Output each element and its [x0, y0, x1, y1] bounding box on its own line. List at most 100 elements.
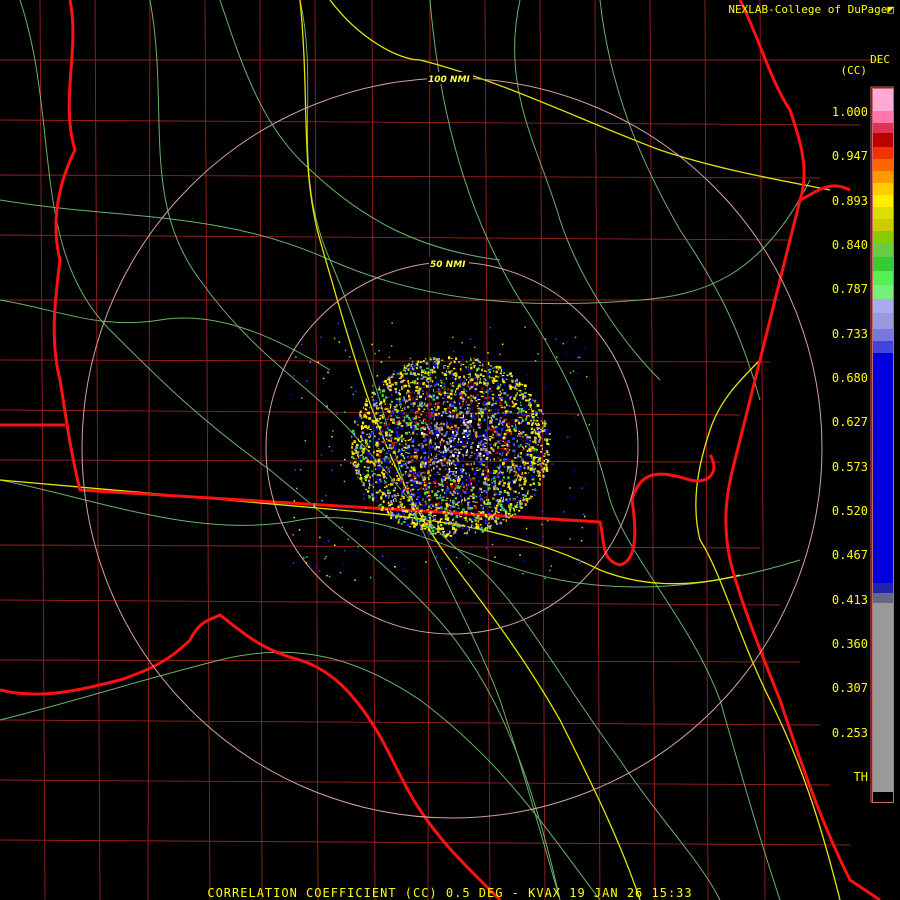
- echo-pixel: [399, 389, 401, 392]
- echo-pixel: [466, 532, 469, 535]
- echo-pixel: [532, 482, 534, 485]
- echo-pixel: [574, 574, 576, 577]
- echo-pixel: [519, 465, 522, 468]
- echo-pixel: [407, 379, 409, 383]
- echo-pixel: [498, 394, 501, 396]
- echo-pixel: [492, 472, 496, 474]
- echo-pixel: [436, 431, 440, 434]
- echo-pixel: [492, 484, 495, 486]
- echo-pixel: [521, 413, 524, 416]
- echo-pixel: [443, 391, 446, 395]
- echo-pixel: [366, 466, 370, 469]
- echo-pixel: [521, 417, 523, 419]
- echo-pixel: [493, 486, 496, 489]
- legend-tick-label: 0.787: [831, 282, 868, 297]
- echo-pixel: [489, 414, 491, 416]
- echo-pixel: [437, 521, 439, 524]
- echo-pixel: [489, 459, 492, 461]
- echo-pixel: [483, 378, 486, 380]
- echo-pixel: [417, 415, 420, 418]
- echo-pixel: [440, 426, 443, 430]
- echo-pixel: [387, 396, 389, 398]
- echo-pixel: [374, 399, 377, 403]
- echo-pixel: [419, 429, 423, 431]
- echo-pixel: [496, 487, 498, 490]
- echo-pixel: [458, 515, 461, 517]
- echo-pixel: [481, 457, 484, 459]
- legend-tick-label: 0.947: [831, 149, 868, 164]
- echo-pixel: [433, 514, 437, 517]
- echo-pixel: [413, 516, 417, 518]
- echo-pixel: [491, 479, 493, 481]
- echo-pixel: [495, 366, 497, 369]
- echo-pixel: [437, 405, 440, 409]
- echo-pixel: [411, 505, 415, 508]
- echo-pixel: [548, 432, 551, 435]
- echo-pixel: [472, 450, 475, 453]
- echo-pixel: [457, 476, 459, 479]
- echo-pixel: [473, 364, 476, 367]
- echo-pixel: [517, 454, 520, 458]
- echo-pixel: [355, 471, 357, 474]
- echo-pixel: [507, 422, 510, 425]
- echo-pixel: [491, 379, 495, 383]
- echo-pixel: [518, 452, 520, 455]
- echo-pixel: [454, 489, 458, 492]
- echo-pixel: [395, 423, 398, 425]
- echo-pixel: [418, 384, 420, 386]
- echo-pixel: [536, 419, 538, 422]
- echo-pixel: [395, 496, 399, 499]
- echo-pixel: [533, 456, 536, 460]
- echo-pixel: [471, 482, 473, 485]
- echo-pixel: [406, 422, 409, 425]
- echo-pixel: [544, 423, 546, 426]
- echo-pixel: [426, 517, 430, 520]
- echo-pixel: [506, 469, 509, 472]
- echo-pixel: [470, 401, 473, 405]
- echo-pixel: [497, 376, 500, 378]
- echo-pixel: [416, 498, 418, 501]
- echo-pixel: [437, 388, 440, 390]
- echo-pixel: [493, 382, 495, 384]
- echo-pixel: [459, 417, 462, 419]
- echo-pixel: [412, 397, 414, 401]
- echo-pixel: [503, 383, 506, 387]
- echo-pixel: [498, 433, 500, 436]
- echo-pixel: [421, 422, 424, 425]
- echo-pixel: [409, 469, 412, 473]
- echo-pixel: [409, 526, 412, 528]
- echo-pixel: [347, 328, 350, 330]
- echo-pixel: [444, 491, 446, 494]
- echo-pixel: [437, 519, 440, 521]
- echo-pixel: [519, 475, 522, 479]
- echo-pixel: [495, 370, 498, 374]
- echo-pixel: [528, 448, 532, 452]
- echo-pixel: [472, 362, 475, 364]
- echo-pixel: [501, 463, 505, 466]
- echo-pixel: [418, 388, 421, 391]
- echo-pixel: [411, 521, 415, 525]
- echo-pixel: [404, 384, 407, 388]
- echo-pixel: [500, 392, 502, 395]
- echo-pixel: [385, 396, 387, 399]
- echo-pixel: [403, 456, 406, 460]
- echo-pixel: [491, 397, 494, 400]
- echo-pixel: [534, 439, 537, 442]
- echo-pixel: [455, 432, 459, 434]
- echo-pixel: [433, 384, 435, 386]
- echo-pixel: [426, 523, 429, 525]
- echo-pixel: [520, 409, 524, 412]
- echo-pixel: [536, 427, 539, 429]
- echo-pixel: [569, 538, 571, 540]
- echo-pixel: [429, 441, 432, 444]
- echo-pixel: [506, 450, 508, 453]
- echo-pixel: [306, 380, 308, 382]
- echo-pixel: [386, 438, 388, 440]
- echo-pixel: [359, 455, 361, 457]
- echo-pixel: [470, 359, 472, 361]
- echo-pixel: [543, 423, 545, 425]
- echo-pixel: [360, 477, 363, 480]
- echo-pixel: [538, 410, 541, 412]
- echo-pixel: [422, 426, 424, 428]
- echo-pixel: [469, 441, 471, 443]
